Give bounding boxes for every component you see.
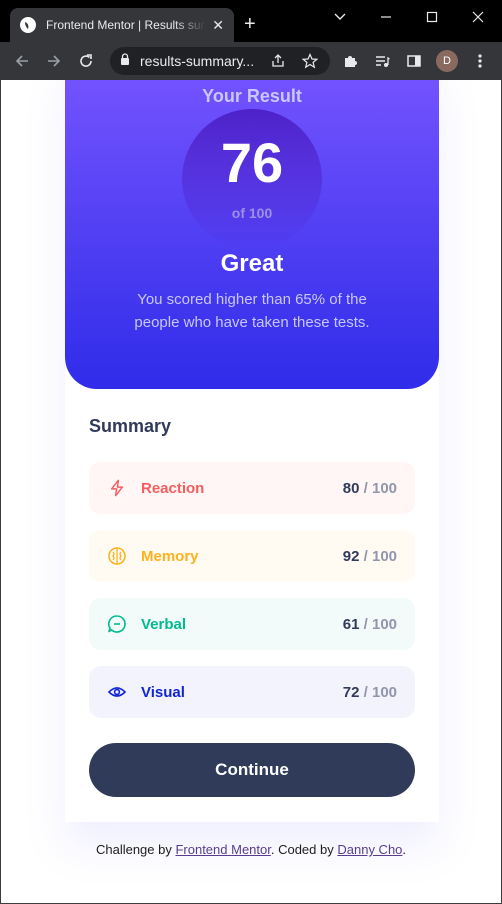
summary-item-score: 72 / 100: [342, 683, 397, 701]
score-value: 76: [220, 131, 284, 194]
summary-item-verbal: Verbal 61 / 100: [89, 598, 415, 650]
continue-button[interactable]: Continue: [89, 743, 415, 797]
reload-icon[interactable]: [76, 51, 96, 71]
side-panel-icon[interactable]: [404, 51, 424, 71]
rating-description: You scored higher than 65% of the people…: [134, 291, 370, 331]
share-icon[interactable]: [268, 51, 288, 71]
score-circle: 76 of 100: [182, 109, 322, 249]
rating-title: Great: [220, 250, 284, 277]
summary-item-score: 92 / 100: [342, 547, 397, 565]
attribution-suffix: .: [402, 842, 407, 857]
bookmark-star-icon[interactable]: [300, 51, 320, 71]
summary-item-score: 61 / 100: [342, 615, 397, 633]
maximize-icon[interactable]: [420, 8, 444, 26]
reading-list-icon[interactable]: [372, 51, 392, 71]
menu-kebab-icon[interactable]: [470, 51, 490, 71]
summary-item-label: Verbal: [141, 615, 187, 633]
result-panel: Your Result 76 of 100 Great You scored h…: [65, 80, 439, 389]
tab-strip: Frontend Mentor | Results sum ✕ +: [0, 0, 502, 42]
frontend-mentor-link[interactable]: Frontend Mentor: [175, 842, 270, 857]
summary-item-reaction: Reaction 80 / 100: [89, 462, 415, 514]
summary-item-label: Memory: [141, 547, 199, 565]
result-heading: Your Result: [202, 86, 302, 106]
address-bar[interactable]: results-summary...: [110, 47, 330, 75]
results-card: Your Result 76 of 100 Great You scored h…: [65, 80, 439, 822]
summary-section: Summary Reaction 80 / 100 Memory 92 / 10…: [89, 416, 415, 718]
summary-item-score: 80 / 100: [342, 479, 397, 497]
forward-icon[interactable]: [44, 51, 64, 71]
summary-item-visual: Visual 72 / 100: [89, 666, 415, 718]
favicon-icon: [20, 17, 36, 33]
url-text: results-summary...: [140, 53, 255, 69]
eye-icon: [107, 682, 127, 702]
summary-title: Summary: [89, 416, 172, 436]
page-viewport: Your Result 76 of 100 Great You scored h…: [0, 80, 502, 904]
tab-close-icon[interactable]: ✕: [212, 17, 224, 34]
back-icon[interactable]: [12, 51, 32, 71]
lightning-icon: [107, 478, 127, 498]
author-link[interactable]: Danny Cho: [337, 842, 402, 857]
extensions-icon[interactable]: [340, 51, 360, 71]
minimize-icon[interactable]: [374, 8, 398, 26]
lock-icon: [120, 52, 130, 70]
summary-item-memory: Memory 92 / 100: [89, 530, 415, 582]
browser-tab[interactable]: Frontend Mentor | Results sum ✕: [10, 8, 234, 42]
brain-icon: [107, 546, 127, 566]
summary-item-label: Reaction: [141, 479, 205, 497]
tab-title: Frontend Mentor | Results sum: [46, 18, 206, 32]
new-tab-icon[interactable]: +: [244, 14, 256, 34]
close-window-icon[interactable]: [466, 8, 490, 26]
attribution-prefix: Challenge by: [95, 842, 176, 857]
summary-item-label: Visual: [141, 683, 185, 701]
attribution: Challenge by Frontend Mentor. Coded by D…: [1, 842, 501, 857]
attribution-middle: . Coded by: [270, 842, 338, 857]
browser-window: Frontend Mentor | Results sum ✕ + result…: [0, 0, 502, 80]
browser-toolbar: results-summary... D: [0, 42, 502, 80]
profile-avatar[interactable]: D: [436, 50, 458, 72]
tab-search-icon[interactable]: [328, 8, 352, 26]
score-of-text: of 100: [231, 205, 273, 221]
chat-icon: [107, 614, 127, 634]
